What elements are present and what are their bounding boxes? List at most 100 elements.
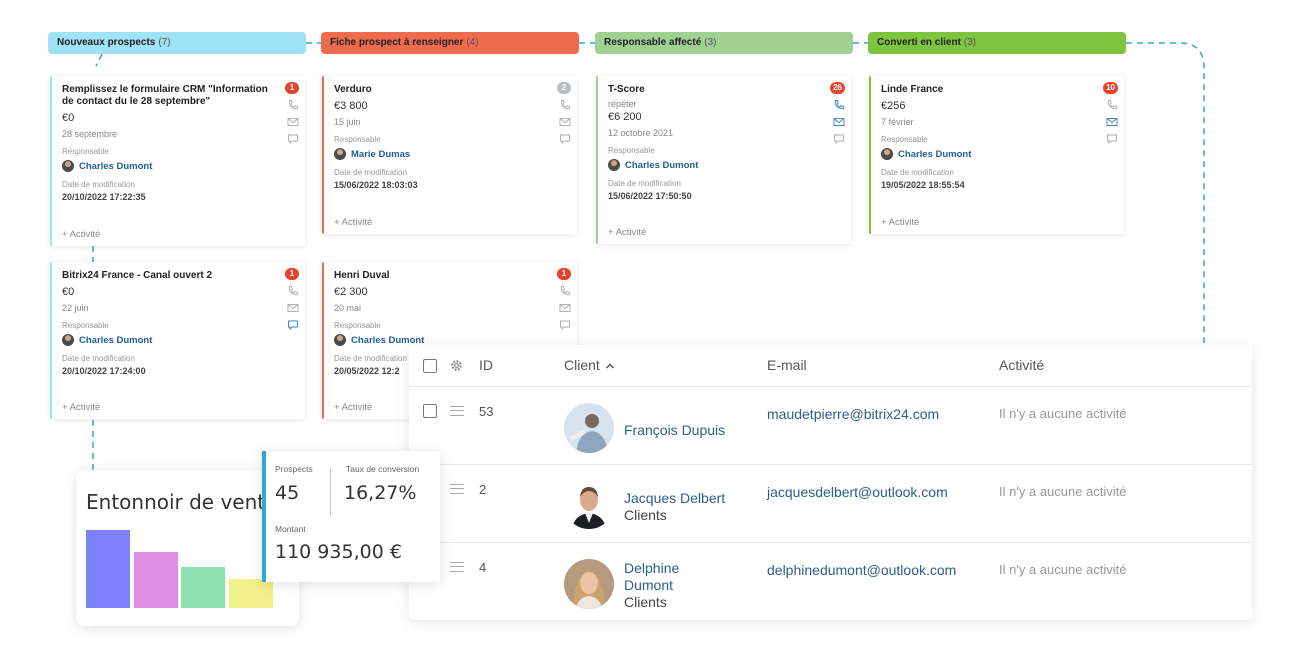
responsable-person[interactable]: Charles Dumont (881, 148, 1114, 160)
deal-card[interactable]: 1 Remplissez le formulaire CRM "Informat… (50, 76, 305, 246)
responsable-person[interactable]: Charles Dumont (62, 334, 295, 346)
stage-count: (4) (466, 37, 479, 48)
row-id: 4 (479, 560, 487, 575)
column-client-label: Client (564, 357, 600, 373)
modified-date: 20/10/2022 17:24:00 (62, 366, 146, 376)
add-activity-button[interactable]: + Activité (881, 217, 919, 228)
stage-nouveaux-prospects[interactable]: Nouveaux prospects (7) (48, 32, 306, 54)
notification-badge: 2 (557, 82, 571, 94)
add-activity-button[interactable]: + Activité (334, 402, 372, 413)
stage-fiche-prospect[interactable]: Fiche prospect à renseigner (4) (321, 32, 579, 54)
chat-icon[interactable] (287, 133, 299, 145)
mail-icon[interactable] (559, 116, 571, 128)
avatar (334, 148, 346, 160)
stage-label: Fiche prospect à renseigner (330, 37, 464, 48)
card-date: 12 octobre 2021 (608, 128, 674, 138)
column-client[interactable]: Client (564, 357, 615, 373)
funnel-bar (133, 552, 178, 608)
modified-date: 19/05/2022 18:55:54 (881, 180, 965, 190)
stage-converti-en-client[interactable]: Converti en client (3) (868, 32, 1126, 54)
deal-card[interactable]: 10 Linde France €256 7 février Responsab… (869, 76, 1124, 234)
drag-handle-icon[interactable] (450, 484, 464, 494)
mail-icon[interactable] (559, 302, 571, 314)
avatar (881, 148, 893, 160)
table-row[interactable]: 2 Jacques Delbert Clients jacquesdelbert… (409, 465, 1252, 543)
modified-label: Date de modification (881, 168, 954, 177)
client-name[interactable]: Jacques Delbert (624, 490, 725, 507)
phone-icon[interactable] (287, 285, 299, 297)
select-all-checkbox[interactable] (423, 359, 437, 373)
mail-icon[interactable] (287, 116, 299, 128)
card-amount: €2 300 (334, 286, 368, 298)
client-type: Clients (624, 594, 667, 610)
stage-label: Nouveaux prospects (57, 37, 156, 48)
modified-label: Date de modification (608, 179, 681, 188)
phone-icon[interactable] (287, 99, 299, 111)
person-name: Charles Dumont (79, 334, 153, 346)
add-activity-button[interactable]: + Activité (62, 229, 100, 240)
column-activity[interactable]: Activité (999, 357, 1044, 373)
client-name-line1[interactable]: Delphine (624, 560, 679, 577)
prospects-label: Prospects (275, 464, 313, 474)
card-title[interactable]: Remplissez le formulaire CRM "Informatio… (62, 84, 277, 108)
responsable-label: Responsable (62, 147, 109, 156)
stats-widget: Prospects 45 Taux de conversion 16,27% M… (262, 451, 440, 582)
add-activity-button[interactable]: + Activité (62, 402, 100, 413)
card-title[interactable]: Linde France (881, 84, 1096, 96)
stage-responsable-affecte[interactable]: Responsable affecté (3) (595, 32, 853, 54)
card-title[interactable]: Henri Duval (334, 270, 549, 282)
mail-icon[interactable] (833, 116, 845, 128)
settings-gear-icon[interactable] (449, 358, 464, 373)
chat-icon[interactable] (559, 133, 571, 145)
card-date: 28 septembre (62, 129, 118, 139)
column-id[interactable]: ID (479, 357, 493, 373)
row-checkbox[interactable] (423, 404, 437, 418)
add-activity-button[interactable]: + Activité (608, 227, 646, 238)
notification-badge: 10 (1103, 82, 1118, 94)
card-title[interactable]: Verduro (334, 84, 549, 96)
responsable-person[interactable]: Charles Dumont (608, 159, 841, 171)
card-title[interactable]: T-Score (608, 84, 823, 96)
amount-label: Montant (275, 524, 306, 534)
drag-handle-icon[interactable] (450, 406, 464, 416)
responsable-label: Responsable (62, 321, 109, 330)
client-email[interactable]: maudetpierre@bitrix24.com (767, 406, 939, 422)
add-activity-button[interactable]: + Activité (334, 217, 372, 228)
avatar (564, 403, 614, 453)
person-name: Charles Dumont (625, 159, 699, 171)
card-subtitle: répéter (608, 99, 637, 109)
card-actions (1106, 99, 1118, 145)
client-email[interactable]: delphinedumont@outlook.com (767, 562, 956, 578)
drag-handle-icon[interactable] (450, 562, 464, 572)
mail-icon[interactable] (287, 302, 299, 314)
row-id: 2 (479, 482, 487, 497)
deal-card[interactable]: 2 Verduro €3 800 15 juin Responsable Mar… (322, 76, 577, 234)
phone-icon[interactable] (559, 285, 571, 297)
chat-icon[interactable] (287, 319, 299, 331)
client-name[interactable]: François Dupuis (624, 422, 725, 439)
mail-icon[interactable] (1106, 116, 1118, 128)
client-email[interactable]: jacquesdelbert@outlook.com (767, 484, 948, 500)
card-amount: €256 (881, 100, 906, 112)
phone-icon[interactable] (1106, 99, 1118, 111)
responsable-label: Responsable (334, 135, 381, 144)
modified-label: Date de modification (334, 168, 407, 177)
avatar (334, 334, 346, 346)
chat-icon[interactable] (1106, 133, 1118, 145)
phone-icon[interactable] (833, 99, 845, 111)
responsable-person[interactable]: Charles Dumont (62, 160, 295, 172)
column-email[interactable]: E-mail (767, 357, 807, 373)
client-name-line2[interactable]: Dumont (624, 577, 673, 594)
table-row[interactable]: 4 Delphine Dumont Clients delphinedumont… (409, 543, 1252, 621)
stage-count: (3) (704, 37, 717, 48)
chat-icon[interactable] (833, 133, 845, 145)
phone-icon[interactable] (559, 99, 571, 111)
person-name: Charles Dumont (898, 148, 972, 160)
card-actions (287, 285, 299, 331)
deal-card[interactable]: 26 T-Score répéter €6 200 12 octobre 202… (596, 76, 851, 244)
deal-card[interactable]: 1 Bitrix24 France - Canal ouvert 2 €0 22… (50, 262, 305, 419)
chat-icon[interactable] (559, 319, 571, 331)
table-row[interactable]: 53 François Dupuis maudetpierre@bitrix24… (409, 387, 1252, 465)
responsable-person[interactable]: Marie Dumas (334, 148, 567, 160)
card-title[interactable]: Bitrix24 France - Canal ouvert 2 (62, 270, 277, 282)
